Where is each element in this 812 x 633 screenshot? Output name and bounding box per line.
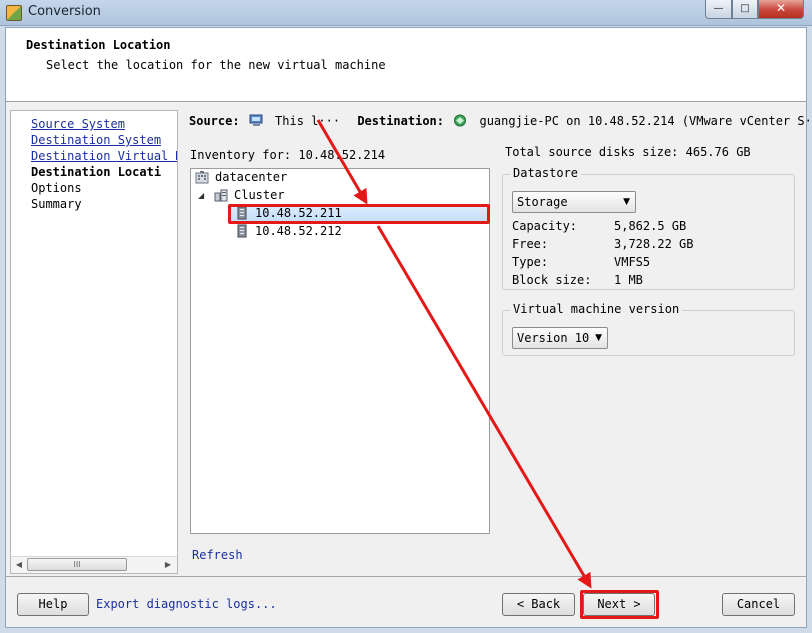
vcenter-icon [453,114,468,127]
nav-step-summary: Summary [31,197,82,211]
block-size-value: 1 MB [614,273,643,287]
page-title: Destination Location [26,38,171,52]
scroll-thumb[interactable]: III [27,558,127,571]
destination-label: Destination: [357,114,445,128]
block-size-label: Block size: [512,273,592,287]
scroll-left-arrow-icon[interactable]: ◀ [13,558,25,571]
free-label: Free: [512,237,549,251]
tree-item-cluster[interactable]: Cluster [214,188,285,202]
title-bar[interactable] [0,0,812,26]
capacity-value: 5,862.5 GB [614,219,687,233]
host-icon [235,224,249,238]
nav-step-destination-virtual-machine[interactable]: Destination Virtual M [31,149,177,163]
annotation-highlight-host [228,204,490,224]
free-value: 3,728.22 GB [614,237,694,251]
nav-step-destination-system[interactable]: Destination System [31,133,161,147]
back-button[interactable]: < Back [502,593,575,616]
page-subtitle: Select the location for the new virtual … [46,58,386,72]
app-icon [6,5,22,21]
dropdown-arrow-icon: ▼ [623,197,630,207]
source-label: Source: [189,114,240,128]
cancel-button[interactable]: Cancel [722,593,795,616]
type-value: VMFS5 [614,255,651,269]
tree-item-label: 10.48.52.212 [255,224,342,238]
nav-step-source-system[interactable]: Source System [31,117,125,131]
export-diagnostic-logs-link[interactable]: Export diagnostic logs... [96,597,277,611]
computer-icon [249,114,264,127]
datastore-selected-value: Storage [517,195,568,209]
minimize-button[interactable]: — [705,0,732,19]
source-value: This l··· [275,114,341,128]
maximize-button[interactable]: □ [732,0,758,19]
datastore-group-label: Datastore [510,166,582,180]
annotation-highlight-next [580,590,659,619]
tree-item-label: Cluster [234,188,285,202]
help-button[interactable]: Help [17,593,89,616]
scroll-right-arrow-icon[interactable]: ▶ [162,558,174,571]
window-title: Conversion [28,4,101,19]
refresh-link[interactable]: Refresh [192,548,243,562]
nav-step-destination-location: Destination Locati [31,165,162,179]
wizard-steps-panel: Source System Destination System Destina… [10,110,178,574]
destination-value: guangjie-PC on 10.48.52.214 (VMware vCen… [479,114,812,128]
footer-divider [6,576,806,577]
dropdown-arrow-icon: ▼ [595,333,602,343]
vm-version-selected-value: Version 10 [517,331,590,345]
tree-item-label: datacenter [215,170,288,184]
cluster-icon [214,188,228,202]
nav-step-options: Options [31,181,82,195]
tree-item-host-212[interactable]: 10.48.52.212 [235,224,342,238]
source-destination-summary: Source: This l··· Destination: guangjie-… [189,114,812,128]
datastore-dropdown[interactable]: Storage ▼ [512,191,636,213]
tree-item-datacenter[interactable]: datacenter [195,170,287,184]
total-disks-size: Total source disks size: 465.76 GB [505,145,751,159]
vm-version-group-label: Virtual machine version [510,302,683,316]
capacity-label: Capacity: [512,219,578,233]
datacenter-icon [195,170,209,184]
expand-triangle-icon[interactable]: ◢ [198,191,204,200]
vm-version-dropdown[interactable]: Version 10 ▼ [512,327,608,349]
inventory-label: Inventory for: 10.48.52.214 [190,148,386,162]
type-label: Type: [512,255,549,269]
close-button[interactable]: ✕ [758,0,804,19]
